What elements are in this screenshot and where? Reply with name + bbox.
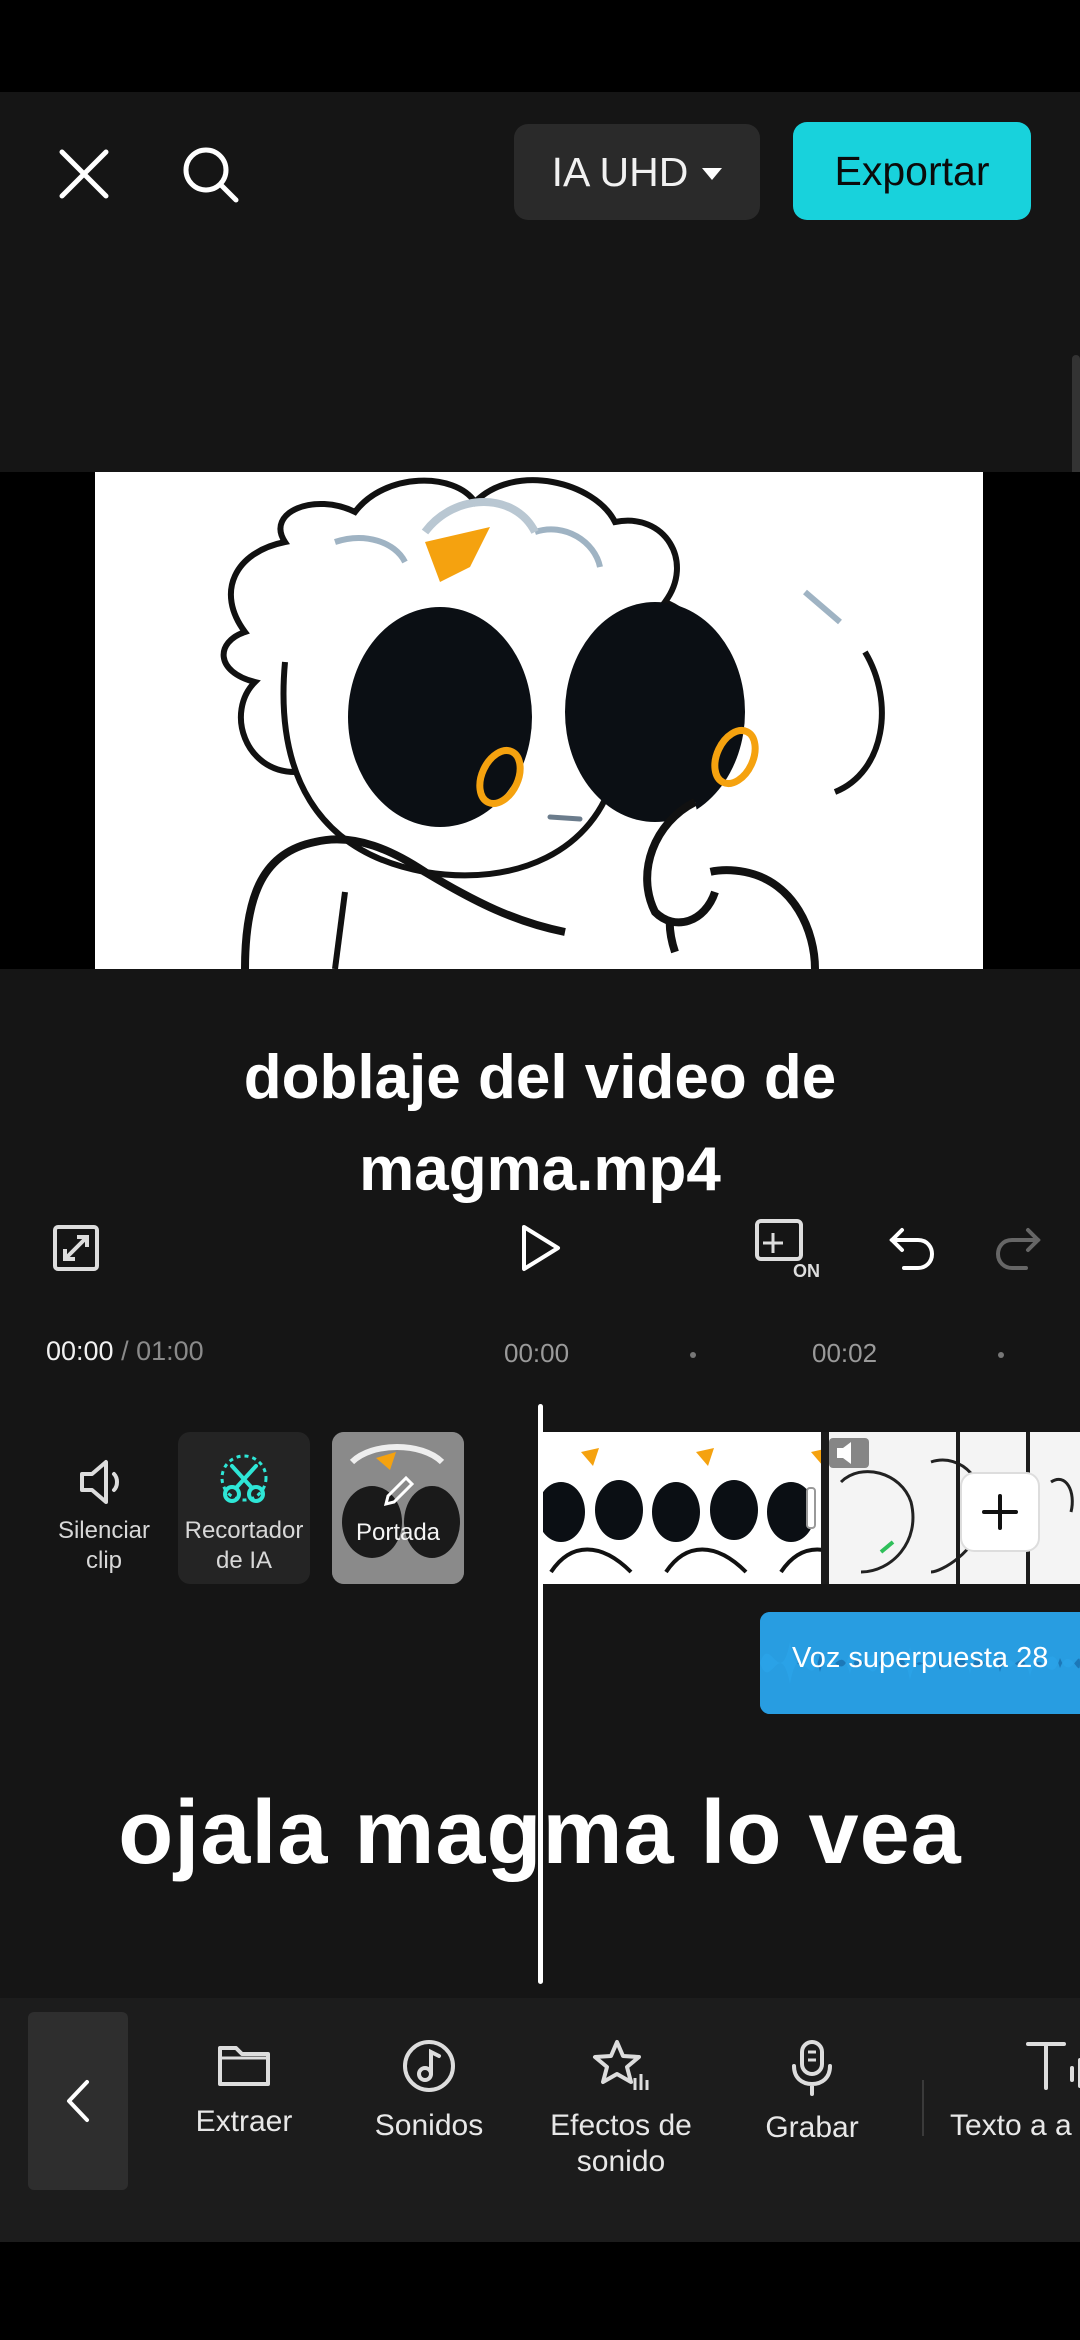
status-bar	[0, 0, 1080, 92]
video-preview[interactable]	[95, 472, 983, 969]
overlay-toggle-text: ON	[793, 1261, 820, 1281]
plus-icon	[982, 1494, 1018, 1530]
toolbar-item-sound-effects[interactable]: Efectos de sonido	[530, 2038, 712, 2180]
toolbar-item-extract[interactable]: Extraer	[176, 2038, 312, 2140]
cover-button[interactable]: Portada	[332, 1432, 464, 1584]
toolbar-item-text-to-audio[interactable]: Texto a a	[950, 2038, 1080, 2144]
overlay-toggle-button[interactable]: ON	[752, 1212, 824, 1284]
close-button[interactable]	[48, 138, 120, 210]
chevron-left-icon	[67, 2080, 89, 2122]
ai-cutout-label: Recortador de IA	[184, 1517, 304, 1574]
redo-icon	[995, 1228, 1041, 1270]
microphone-icon	[792, 2040, 832, 2096]
add-clip-button[interactable]	[962, 1474, 1038, 1550]
ai-cutout-button[interactable]: Recortador de IA	[178, 1432, 310, 1584]
current-time: 00:00	[46, 1336, 114, 1366]
undo-button[interactable]	[884, 1212, 940, 1284]
cover-label: Portada	[355, 1519, 441, 1546]
search-icon	[183, 147, 239, 203]
cartoon-character-illustration	[95, 472, 983, 969]
chevron-down-icon	[702, 168, 723, 180]
folder-icon	[218, 2046, 270, 2086]
mute-clip-button[interactable]: Silenciar clip	[38, 1432, 170, 1584]
project-title-line2: magma.mp4	[359, 1135, 721, 1204]
toolbar-divider	[922, 2080, 924, 2136]
ruler-dot	[998, 1352, 1004, 1358]
search-button[interactable]	[170, 138, 250, 210]
undo-icon	[889, 1228, 935, 1270]
fullscreen-button[interactable]	[46, 1212, 106, 1284]
export-button[interactable]: Exportar	[793, 122, 1031, 220]
quality-selector[interactable]: IA UHD	[514, 124, 760, 220]
toolbar-label: Extraer	[195, 2105, 293, 2138]
ruler-label: 00:00	[504, 1338, 570, 1368]
toolbar-label: Texto a a	[950, 2109, 1072, 2142]
text-to-audio-icon	[1026, 2042, 1080, 2090]
mute-clip-label: Silenciar clip	[57, 1517, 151, 1574]
play-icon	[522, 1225, 560, 1271]
voiceover-label: Voz superpuesta 28	[792, 1642, 1049, 1674]
back-button[interactable]	[28, 2012, 128, 2190]
fullscreen-icon	[53, 1225, 99, 1271]
music-note-icon	[403, 2040, 455, 2092]
quality-label: IA UHD	[551, 148, 689, 195]
close-icon	[59, 149, 109, 199]
sound-effects-icon	[593, 2040, 649, 2090]
ai-scissors-icon	[220, 1454, 268, 1503]
toolbar-label: Sonidos	[374, 2109, 484, 2142]
playhead[interactable]	[538, 1404, 543, 1984]
toolbar-label: Grabar	[765, 2111, 859, 2144]
screen-overlay-icon: ON	[755, 1219, 820, 1281]
project-title: doblaje del video de magma.mp4	[0, 1032, 1080, 1216]
time-readout: 00:00 / 01:00	[46, 1336, 204, 1367]
ruler-dot	[690, 1352, 696, 1358]
pencil-icon	[383, 1475, 415, 1507]
navigation-bar	[0, 2242, 1080, 2340]
toolbar-label: Efectos de sonido	[550, 2109, 692, 2178]
redo-button[interactable]	[990, 1212, 1046, 1284]
speaker-icon	[80, 1460, 119, 1504]
play-button[interactable]	[508, 1212, 572, 1284]
toolbar-item-record[interactable]: Grabar	[752, 2038, 872, 2146]
ruler-label: 00:02	[812, 1338, 878, 1368]
voiceover-track[interactable]: Voz superpuesta 28	[760, 1612, 1080, 1714]
project-title-line1: doblaje del video de	[243, 1043, 837, 1112]
toolbar-item-sounds[interactable]: Sonidos	[358, 2038, 500, 2144]
total-time: / 01:00	[121, 1336, 204, 1366]
